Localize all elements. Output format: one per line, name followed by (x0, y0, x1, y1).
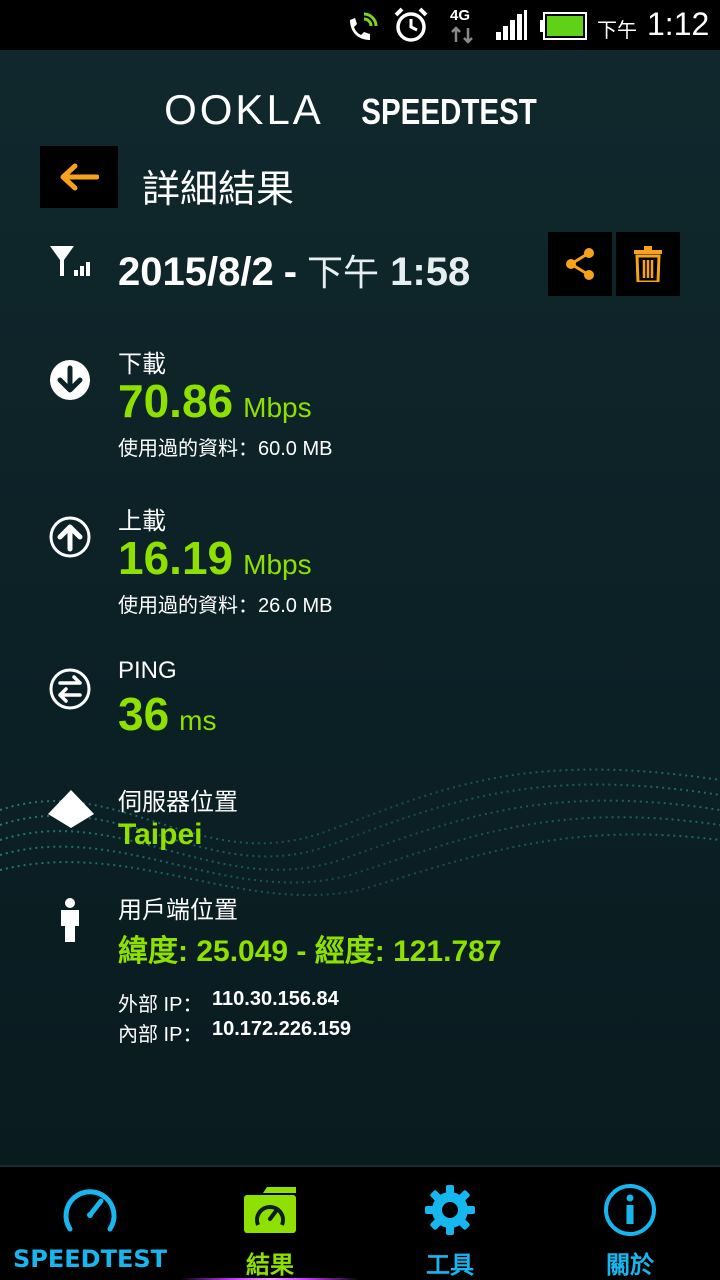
ping-exchange-icon (48, 667, 92, 715)
upload-arrow-icon (48, 515, 92, 563)
result-date: 2015/8/2 (118, 250, 274, 294)
network-type-icon: 4G (448, 4, 478, 48)
result-datetime: 2015/8/2- 下午 1:58 (118, 244, 470, 296)
internal-ip-value: 10.172.226.159 (212, 1018, 352, 1040)
ping-latency: 36 ms (118, 687, 217, 741)
network-label: 4G (450, 7, 470, 24)
client-section: 用戶端位置 緯度: 25.049 - 經度: 121.787 (0, 886, 720, 986)
clock-ampm: 下午 (597, 18, 637, 42)
person-icon (58, 898, 82, 946)
logo-ookla: OOKLA (164, 86, 324, 133)
server-label: 伺服器位置 (118, 788, 238, 816)
page-title: 詳細結果 (142, 167, 295, 211)
share-icon (566, 248, 594, 280)
speedometer-icon (0, 1183, 180, 1239)
signal-strength-icon (494, 10, 528, 44)
ping-unit: ms (179, 705, 217, 736)
back-arrow-icon (60, 163, 99, 191)
tab-about-label: 關於 (606, 1251, 654, 1279)
delete-button[interactable] (616, 232, 680, 296)
tab-results[interactable]: 結果 (180, 1167, 360, 1280)
upload-section: 上載 16.19 Mbps 使用過的資料：26.0 MB (0, 497, 720, 627)
server-location-value: Taipei (118, 818, 203, 851)
ping-value: 36 (118, 688, 170, 740)
logo-speedtest: SPEEDTEST (361, 91, 537, 132)
download-section: 下載 70.86 Mbps 使用過的資料：60.0 MB (0, 340, 720, 470)
status-bar: 4G 下午 1:12 (0, 0, 720, 50)
tab-results-label: 結果 (246, 1251, 294, 1279)
tab-tools[interactable]: 工具 (360, 1167, 540, 1280)
back-button[interactable] (40, 146, 118, 208)
ping-label: PING (118, 657, 177, 684)
tab-speedtest-label: SPEEDTEST (12, 1245, 167, 1273)
result-date-row: 2015/8/2- 下午 1:58 (0, 232, 720, 302)
result-time: 1:58 (390, 250, 471, 294)
internal-ip-row: 內部 IP： 10.172.226.159 (118, 1018, 351, 1048)
client-label: 用戶端位置 (118, 896, 238, 924)
ookla-speedtest-logo: OOKLA SPEEDTEST (0, 86, 720, 134)
upload-unit: Mbps (243, 549, 312, 580)
trash-icon (634, 246, 662, 282)
share-button[interactable] (548, 232, 612, 296)
results-folder-icon (180, 1183, 360, 1239)
external-ip-value: 110.30.156.84 (212, 988, 339, 1010)
external-ip-row: 外部 IP： 110.30.156.84 (118, 988, 351, 1018)
upload-speed: 16.19 Mbps (118, 531, 312, 585)
upload-data-used: 使用過的資料：26.0 MB (118, 595, 333, 617)
internal-ip-label: 內部 IP： (118, 1024, 203, 1046)
upload-value: 16.19 (118, 532, 234, 584)
date-separator: - (283, 250, 298, 294)
bottom-tab-bar: SPEEDTEST 結果 工具 關於 (0, 1165, 720, 1280)
tab-tools-label: 工具 (426, 1251, 474, 1279)
ip-addresses: 外部 IP： 110.30.156.84 內部 IP： 10.172.226.1… (118, 988, 351, 1048)
battery-icon (540, 12, 588, 44)
download-arrow-icon (48, 358, 92, 406)
server-location-icon (46, 788, 96, 836)
download-speed: 70.86 Mbps (118, 374, 312, 428)
app-content: OOKLA SPEEDTEST 詳細結果 2015/8/2- 下午 1:58 下… (0, 50, 720, 1165)
download-data-used: 使用過的資料：60.0 MB (118, 438, 333, 460)
download-unit: Mbps (243, 392, 312, 423)
clock-time: 1:12 (647, 6, 710, 42)
gear-icon (360, 1183, 540, 1239)
info-icon (540, 1183, 720, 1239)
client-coordinates: 緯度: 25.049 - 經度: 121.787 (118, 935, 502, 968)
wifi-calling-icon (346, 10, 380, 48)
tab-speedtest[interactable]: SPEEDTEST (0, 1167, 180, 1280)
download-value: 70.86 (118, 375, 234, 427)
server-section: 伺服器位置 Taipei (0, 778, 720, 868)
result-ampm: 下午 (307, 252, 380, 293)
alarm-icon (392, 6, 430, 48)
external-ip-label: 外部 IP： (118, 994, 203, 1016)
ping-section: PING 36 ms (0, 653, 720, 753)
tab-about[interactable]: 關於 (540, 1167, 720, 1280)
cellular-connection-icon (48, 242, 96, 286)
